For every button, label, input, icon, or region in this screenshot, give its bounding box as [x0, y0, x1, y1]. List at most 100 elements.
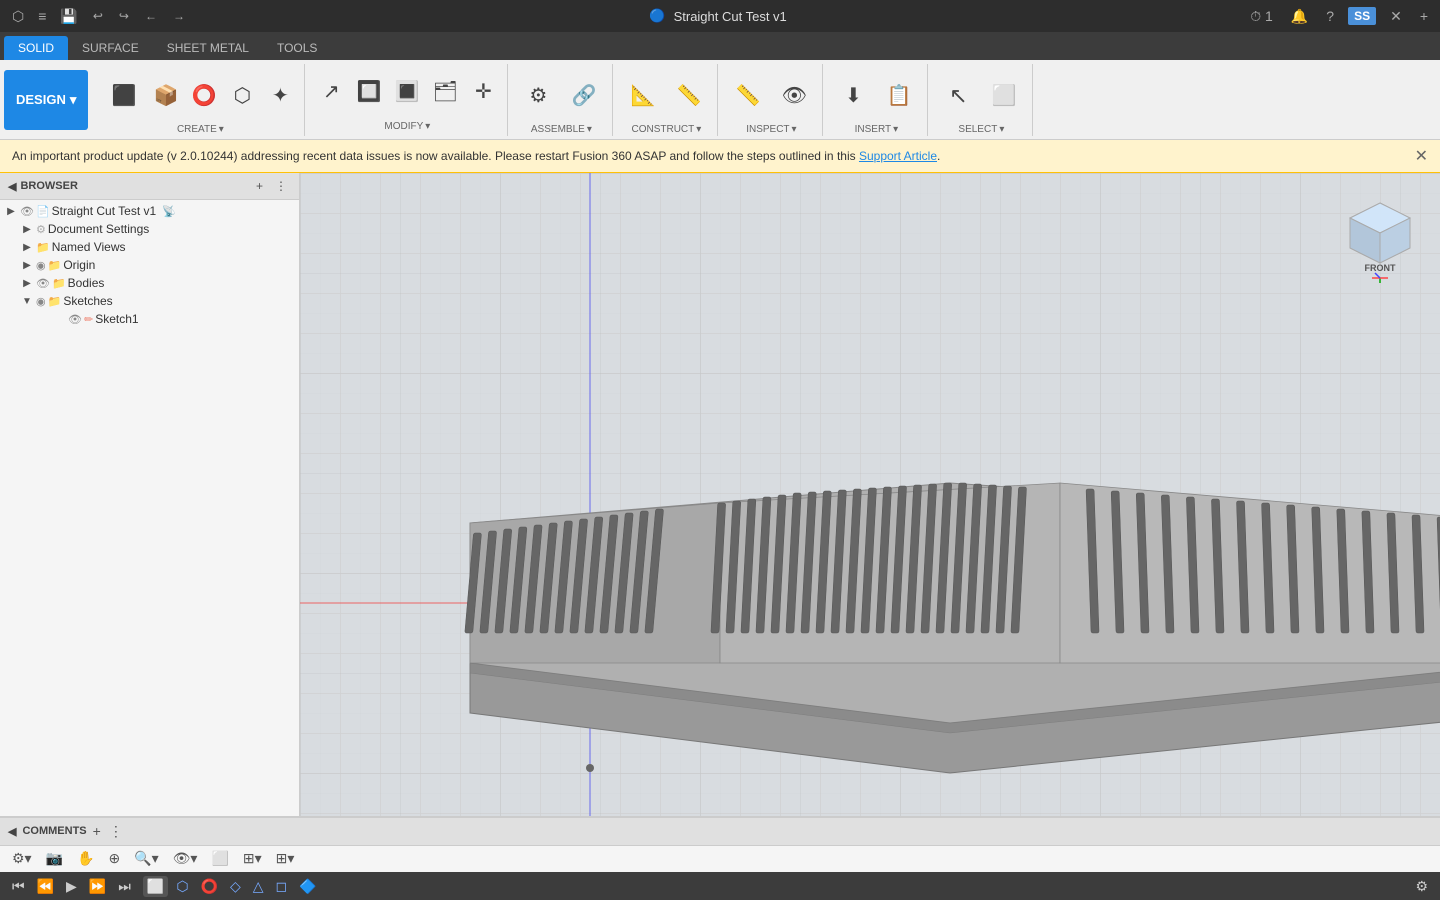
title-bar-center: 🔵 Straight Cut Test v1 [649, 8, 786, 24]
camera-button[interactable]: 📷 [42, 848, 67, 869]
save-button[interactable]: 💾 [56, 6, 81, 27]
view-mode-button[interactable]: ⬜ [207, 848, 232, 869]
joint-tool[interactable]: 🔗 [562, 68, 606, 124]
timeline-play-button[interactable]: ▶ [62, 876, 81, 897]
support-article-link[interactable]: Support Article [859, 149, 937, 163]
display-settings-button[interactable]: 👁▾ [169, 848, 202, 869]
tree-item-sketches[interactable]: ▼ ◉ 📁 Sketches [0, 292, 299, 310]
modify-tools: ↗ 🔲 🔳 🗂 ✛ [313, 68, 501, 116]
bottom-bar: ◀ COMMENTS + ⋮ ⚙▾ 📷 ✋ ⊕ 🔍▾ 👁▾ ⬜ ⊞▾ ⊞▾ [0, 816, 1440, 872]
pan-button[interactable]: ✋ [73, 848, 98, 869]
revolve-tool[interactable]: ⭕ [186, 72, 222, 120]
title-bar-right: ⏱ 1 🔔 ? SS ✕ + [1246, 6, 1432, 27]
pattern-icon: ✦ [272, 86, 289, 106]
measure-tool[interactable]: 📏 [726, 68, 770, 124]
undo-button[interactable]: ↩ [88, 7, 108, 25]
redo-button[interactable]: ↪ [114, 7, 134, 25]
bodies-arrow-icon: ▶ [20, 278, 34, 289]
comments-options-button[interactable]: ⋮ [109, 823, 123, 840]
shape-tool-6[interactable]: ◻ [272, 876, 292, 897]
view-cube[interactable]: FRONT [1340, 193, 1420, 273]
browser-add-button[interactable]: + [252, 177, 267, 195]
status-icons: ⏮ ⏪ ▶ ⏩ ⏭ ⬜ ⬡ ⭕ ◇ △ ◻ 🔷 [8, 876, 321, 897]
move-tool[interactable]: ✛ [465, 68, 501, 116]
new-tab-button[interactable]: + [1416, 6, 1432, 26]
tab-solid[interactable]: SOLID [4, 36, 68, 60]
root-label: Straight Cut Test v1 [52, 204, 157, 218]
sketch-icon: ⬛ [112, 86, 137, 106]
tab-surface[interactable]: SURFACE [68, 36, 153, 60]
modify-label: MODIFY ▾ [384, 121, 430, 132]
offset-plane-tool[interactable]: 📐 [621, 68, 665, 124]
pattern-tool[interactable]: ✦ [262, 72, 298, 120]
shape-tool-2[interactable]: ⬡ [172, 876, 192, 897]
shape-tool-1[interactable]: ⬜ [143, 876, 168, 897]
tab-sheet-metal[interactable]: SHEET METAL [153, 36, 263, 60]
design-button[interactable]: DESIGN ▾ [4, 70, 88, 130]
window-select-tool[interactable]: ⬜ [982, 68, 1026, 124]
insert-mesh-tool[interactable]: ⬇ [831, 68, 875, 124]
tree-item-origin[interactable]: ▶ ◉ 📁 Origin [0, 256, 299, 274]
shape-tool-3[interactable]: ⭕ [197, 876, 222, 897]
comments-label: COMMENTS [22, 825, 86, 837]
tree-item-sketch1[interactable]: 👁 ✏ Sketch1 [0, 310, 299, 328]
select-label: SELECT ▾ [958, 124, 1004, 135]
notification-close-button[interactable]: ✕ [1415, 146, 1428, 166]
select-tool[interactable]: ↖ [936, 68, 980, 124]
tab-tools[interactable]: TOOLS [263, 36, 331, 60]
viewport[interactable]: FRONT [300, 173, 1440, 816]
inspect-arrow-icon: ▾ [792, 124, 797, 135]
nav-back-button[interactable]: ← [140, 7, 162, 25]
chamfer-tool[interactable]: 🔳 [389, 68, 425, 116]
help-button[interactable]: ? [1322, 6, 1338, 26]
shape-tool-4[interactable]: ◇ [226, 876, 245, 897]
sketch1-visibility-icon: 👁 [68, 313, 82, 326]
timeline-next-button[interactable]: ⏩ [85, 876, 110, 897]
design-arrow-icon: ▾ [70, 92, 77, 108]
shape-tool-5[interactable]: △ [249, 876, 268, 897]
fillet-tool[interactable]: 🔲 [351, 68, 387, 116]
zoom-button[interactable]: ⊕ [104, 848, 124, 869]
new-component-tool[interactable]: ⚙ [516, 68, 560, 124]
tree-item-root[interactable]: ▶ 👁 📄 Straight Cut Test v1 📡 [0, 202, 299, 220]
timeline-prev-button[interactable]: ⏪ [33, 876, 58, 897]
hamburger-menu-button[interactable]: ≡ [34, 6, 50, 26]
close-button[interactable]: ✕ [1386, 6, 1406, 27]
construct-tools: 📐 📏 [621, 68, 711, 124]
origin-label: Origin [63, 258, 95, 272]
tree-item-doc-settings[interactable]: ▶ ⚙ Document Settings [0, 220, 299, 238]
document-icon: 🔵 [649, 8, 665, 24]
construct-arrow-icon: ▾ [696, 124, 701, 135]
sketch-tool[interactable]: ⬛ [102, 68, 146, 124]
comments-add-button[interactable]: + [93, 823, 101, 839]
sweep-tool[interactable]: ⬡ [224, 72, 260, 120]
avatar-button[interactable]: SS [1348, 7, 1376, 25]
tree-item-named-views[interactable]: ▶ 📁 Named Views [0, 238, 299, 256]
named-views-label: Named Views [52, 240, 126, 254]
timeline-first-button[interactable]: ⏮ [8, 876, 29, 897]
shape-tool-7[interactable]: 🔷 [295, 876, 320, 897]
display-tool[interactable]: 👁 [772, 68, 816, 124]
snap-settings-button[interactable]: ⊞▾ [272, 848, 299, 869]
shell-tool[interactable]: 🗂 [427, 68, 463, 116]
axis-tool[interactable]: 📏 [667, 68, 711, 124]
extrude-tool[interactable]: 📦 [148, 72, 184, 120]
insert-tools: ⬇ 📋 [831, 68, 921, 124]
global-settings-button[interactable]: ⚙ [1411, 876, 1432, 897]
timer-button[interactable]: ⏱ 1 [1246, 6, 1277, 27]
zoom-fit-button[interactable]: 🔍▾ [130, 848, 162, 869]
construct-group: 📐 📏 CONSTRUCT ▾ [615, 64, 718, 136]
browser-content: ▶ 👁 📄 Straight Cut Test v1 📡 ▶ ⚙ Documen… [0, 200, 299, 816]
app-menu-button[interactable]: ⬡ [8, 6, 28, 27]
nav-forward-button[interactable]: → [168, 7, 190, 25]
browser-options-button[interactable]: ⋮ [271, 177, 291, 195]
insert-svg-tool[interactable]: 📋 [877, 68, 921, 124]
grid-toggle-button[interactable]: ⊞▾ [239, 848, 266, 869]
grid-settings-button[interactable]: ⚙▾ [8, 848, 36, 869]
tree-item-bodies[interactable]: ▶ 👁 📁 Bodies [0, 274, 299, 292]
notification-button[interactable]: 🔔 [1287, 6, 1312, 27]
comments-header: ◀ COMMENTS + ⋮ [0, 817, 1440, 845]
comments-collapse-icon: ◀ [8, 825, 16, 838]
timeline-last-button[interactable]: ⏭ [114, 876, 135, 897]
press-pull-tool[interactable]: ↗ [313, 68, 349, 116]
